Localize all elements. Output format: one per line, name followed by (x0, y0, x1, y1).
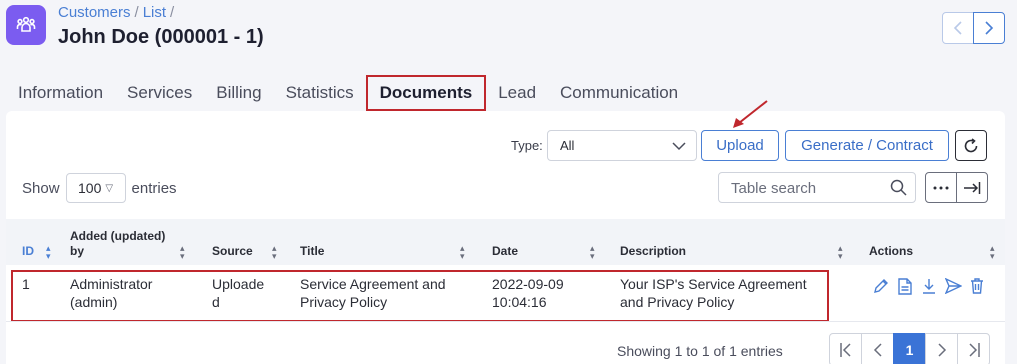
column-title[interactable]: Title (300, 244, 324, 258)
sort-icon: ▴ ▾ (46, 243, 51, 261)
previous-record-button[interactable] (942, 12, 974, 44)
type-filter-select[interactable]: All (547, 130, 697, 161)
show-label: Show (22, 179, 60, 197)
table-info: Showing 1 to 1 of 1 entries (617, 343, 783, 359)
breadcrumb-list[interactable]: List (143, 4, 166, 21)
tab-billing[interactable]: Billing (204, 77, 273, 109)
tab-information[interactable]: Information (6, 77, 115, 109)
tab-lead[interactable]: Lead (486, 77, 548, 109)
arrow-to-right-icon (964, 181, 981, 194)
sort-icon: ▴ ▾ (590, 243, 595, 261)
arrow-annotation-icon (727, 99, 771, 136)
tab-communication[interactable]: Communication (548, 77, 690, 109)
column-date[interactable]: Date (492, 244, 518, 258)
chevron-down-icon (672, 139, 686, 154)
last-page-icon (968, 342, 980, 357)
chevron-right-icon (937, 342, 946, 357)
next-record-button[interactable] (973, 12, 1005, 44)
breadcrumb-customers[interactable]: Customers (58, 4, 131, 21)
tab-statistics[interactable]: Statistics (274, 77, 366, 109)
column-actions: Actions (869, 244, 914, 258)
refresh-button[interactable] (955, 130, 987, 161)
sort-icon: ▴ ▾ (180, 243, 185, 261)
chevron-left-icon (873, 342, 882, 357)
table-divider (6, 321, 1005, 322)
entries-per-page-select[interactable]: 100 ▽ (65, 173, 126, 203)
row-actions (872, 277, 986, 295)
table-search-input[interactable]: Table search (718, 172, 916, 203)
tab-services[interactable]: Services (115, 77, 204, 109)
document-preview-icon[interactable] (896, 277, 914, 295)
sort-icon: ▴ ▾ (838, 243, 843, 261)
more-options-button[interactable] (925, 172, 957, 203)
search-icon (890, 179, 907, 200)
edit-icon[interactable] (872, 277, 890, 295)
sort-icon: ▴ ▾ (272, 243, 277, 261)
generate-contract-button[interactable]: Generate / Contract (785, 130, 949, 161)
entries-control: Show 100 ▽ entries (22, 173, 177, 203)
page-number-button[interactable]: 1 (893, 333, 926, 364)
breadcrumb: Customers / List / (58, 4, 175, 21)
documents-panel: Type: All Upload Generate / Contract Sho… (6, 111, 1005, 364)
sort-icon: ▴ ▾ (460, 243, 465, 261)
column-description[interactable]: Description (620, 244, 686, 258)
chevron-right-icon (985, 21, 994, 35)
chevron-left-icon (953, 21, 962, 35)
type-filter-label: Type: (511, 138, 543, 153)
previous-page-button[interactable] (861, 333, 894, 364)
page-title: John Doe (000001 - 1) (58, 26, 264, 48)
tab-documents[interactable]: Documents (365, 75, 487, 111)
search-placeholder: Table search (731, 180, 817, 197)
more-icon (933, 186, 949, 189)
first-page-icon (839, 342, 851, 357)
entries-label: entries (131, 179, 177, 197)
download-icon[interactable] (920, 277, 938, 295)
row-highlight-annotation (11, 270, 829, 322)
type-filter-value: All (560, 138, 575, 153)
delete-icon[interactable] (968, 277, 986, 295)
record-navigation (942, 12, 1005, 44)
send-icon[interactable] (944, 277, 962, 295)
refresh-icon (964, 137, 978, 152)
customers-app-icon (6, 5, 46, 45)
next-page-button[interactable] (925, 333, 958, 364)
first-page-button[interactable] (829, 333, 862, 364)
table-tools (925, 172, 988, 203)
expand-columns-button[interactable] (956, 172, 988, 203)
last-page-button[interactable] (957, 333, 990, 364)
column-id[interactable]: ID (22, 244, 34, 258)
entries-value: 100 (78, 180, 102, 196)
column-added-by[interactable]: Added (updated) by (70, 229, 180, 259)
pagination: 1 (829, 333, 990, 364)
chevron-down-icon: ▽ (105, 182, 114, 194)
customer-tabs: Information Services Billing Statistics … (6, 75, 690, 111)
column-source[interactable]: Source (212, 244, 253, 258)
sort-icon: ▴ ▾ (990, 243, 995, 261)
table-header: ID ▴ ▾ Added (updated) by ▴ ▾ Source ▴ ▾ Ti… (6, 219, 1005, 265)
